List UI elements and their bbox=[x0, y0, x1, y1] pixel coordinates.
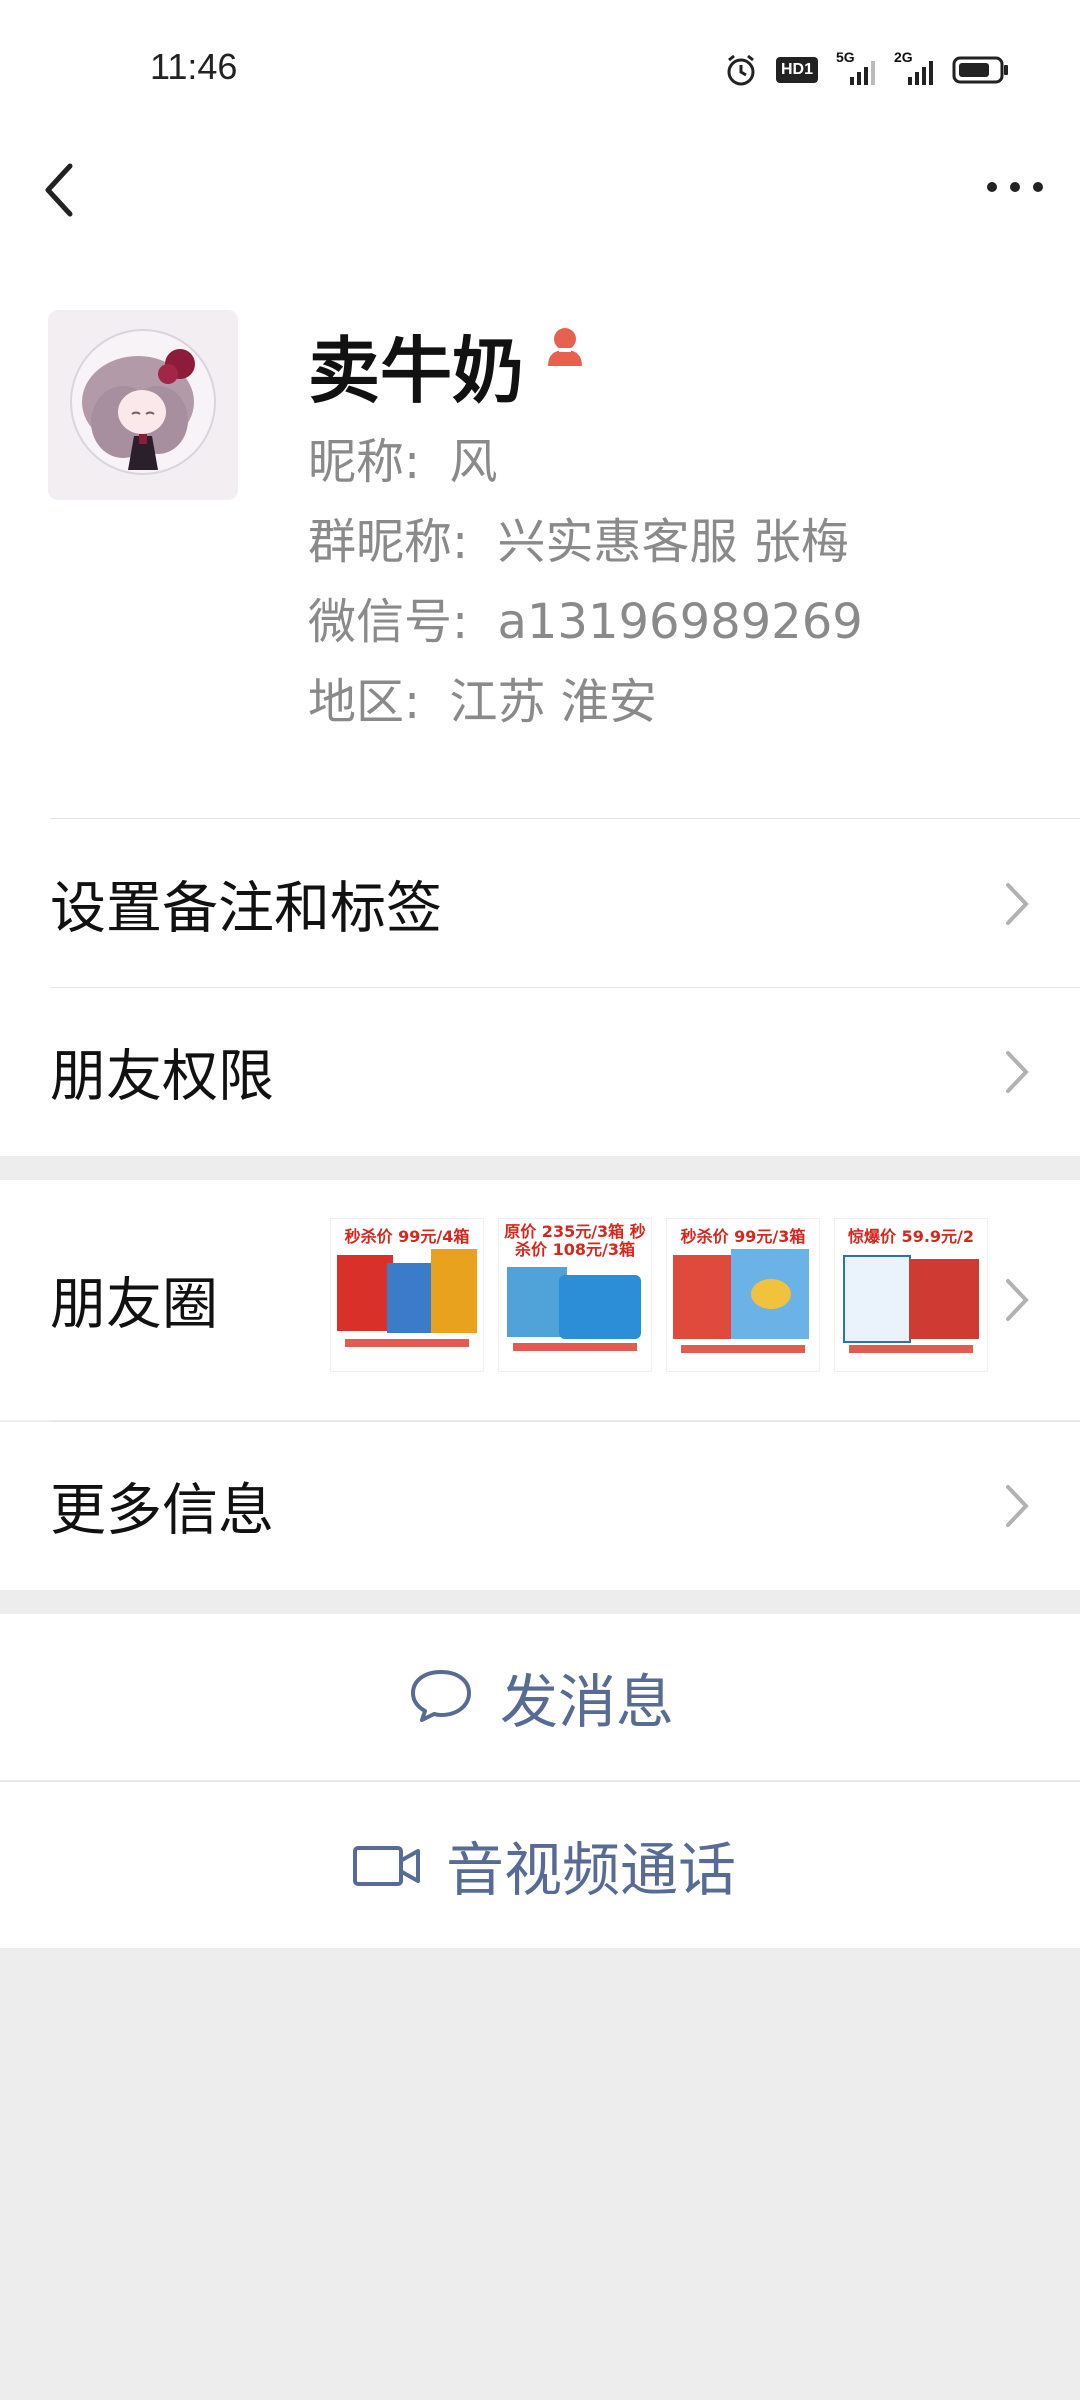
2g-signal-icon: 2G bbox=[894, 49, 934, 87]
group-nick-label: 群昵称: bbox=[308, 514, 469, 570]
more-icon[interactable] bbox=[980, 165, 1050, 205]
wechat-id-label: 微信号: bbox=[308, 594, 469, 650]
chevron-right-icon bbox=[1006, 1485, 1029, 1527]
wechat-id-line: 微信号: a13196989269 bbox=[308, 582, 863, 652]
back-icon[interactable] bbox=[36, 160, 86, 220]
female-icon bbox=[548, 328, 582, 366]
nickname-line: 昵称: 风 bbox=[308, 422, 497, 492]
moment-thumbnail: 惊爆价 59.9元/2 bbox=[834, 1218, 988, 1372]
thumbnail-price-text: 原价 235元/3箱 秒杀价 108元/3箱 bbox=[504, 1223, 646, 1259]
chevron-right-icon bbox=[1006, 883, 1029, 925]
moment-thumbnail: 原价 235元/3箱 秒杀价 108元/3箱 bbox=[498, 1218, 652, 1372]
video-camera-icon bbox=[353, 1846, 420, 1886]
hd-icon: HD1 bbox=[775, 57, 818, 83]
battery-icon bbox=[952, 56, 1008, 84]
chat-bubble-icon bbox=[411, 1670, 471, 1722]
more-info-label: 更多信息 bbox=[50, 1478, 274, 1544]
more-info-row[interactable]: 更多信息 bbox=[0, 1422, 1080, 1590]
moments-label: 朋友圈 bbox=[50, 1272, 218, 1338]
moment-thumbnail: 秒杀价 99元/4箱 bbox=[330, 1218, 484, 1372]
thumbnail-price-text: 秒杀价 99元/3箱 bbox=[680, 1227, 806, 1245]
nickname-value: 风 bbox=[449, 434, 498, 490]
video-call-label: 音视频通话 bbox=[446, 1836, 737, 1904]
send-message-label: 发消息 bbox=[500, 1668, 675, 1736]
moment-thumbnail: 秒杀价 99元/3箱 bbox=[666, 1218, 820, 1372]
moments-row[interactable]: 朋友圈 秒杀价 99元/4箱 原价 235元/3箱 秒杀价 108元/3箱 秒杀… bbox=[0, 1180, 1080, 1420]
region-line: 地区: 江苏 淮安 bbox=[308, 662, 657, 732]
thumbnail-price-text: 惊爆价 59.9元/2 bbox=[847, 1227, 975, 1245]
avatar[interactable] bbox=[48, 310, 238, 500]
chevron-right-icon bbox=[1006, 1051, 1029, 1093]
remark-tags-label: 设置备注和标签 bbox=[50, 876, 442, 942]
5g-signal-icon: 5G bbox=[836, 49, 876, 87]
chevron-right-icon bbox=[1006, 1279, 1029, 1321]
nickname-label: 昵称: bbox=[308, 434, 421, 490]
group-nick-value: 兴实惠客服 张梅 bbox=[497, 514, 849, 570]
profile-name: 卖牛奶 bbox=[308, 329, 525, 413]
region-value: 江苏 淮安 bbox=[449, 674, 657, 730]
status-icons: HD1 5G 2G bbox=[724, 49, 1010, 90]
group-nick-line: 群昵称: 兴实惠客服 张梅 bbox=[308, 502, 849, 572]
video-call-button[interactable]: 音视频通话 bbox=[0, 1782, 1080, 1948]
alarm-icon bbox=[727, 54, 755, 86]
status-bar: 11:46 HD1 5G 2G bbox=[0, 0, 1080, 140]
status-time: 11:46 bbox=[150, 46, 238, 87]
wechat-id-value[interactable]: a13196989269 bbox=[497, 594, 862, 650]
divider bbox=[50, 818, 1080, 819]
moments-thumbnails: 秒杀价 99元/4箱 原价 235元/3箱 秒杀价 108元/3箱 秒杀价 99… bbox=[330, 1218, 988, 1372]
region-label: 地区: bbox=[308, 674, 421, 730]
thumbnail-price-text: 秒杀价 99元/4箱 bbox=[344, 1227, 470, 1245]
friend-permission-row[interactable]: 朋友权限 bbox=[0, 988, 1080, 1156]
send-message-button[interactable]: 发消息 bbox=[0, 1614, 1080, 1780]
friend-permission-label: 朋友权限 bbox=[50, 1044, 274, 1110]
remark-tags-row[interactable]: 设置备注和标签 bbox=[0, 820, 1080, 988]
